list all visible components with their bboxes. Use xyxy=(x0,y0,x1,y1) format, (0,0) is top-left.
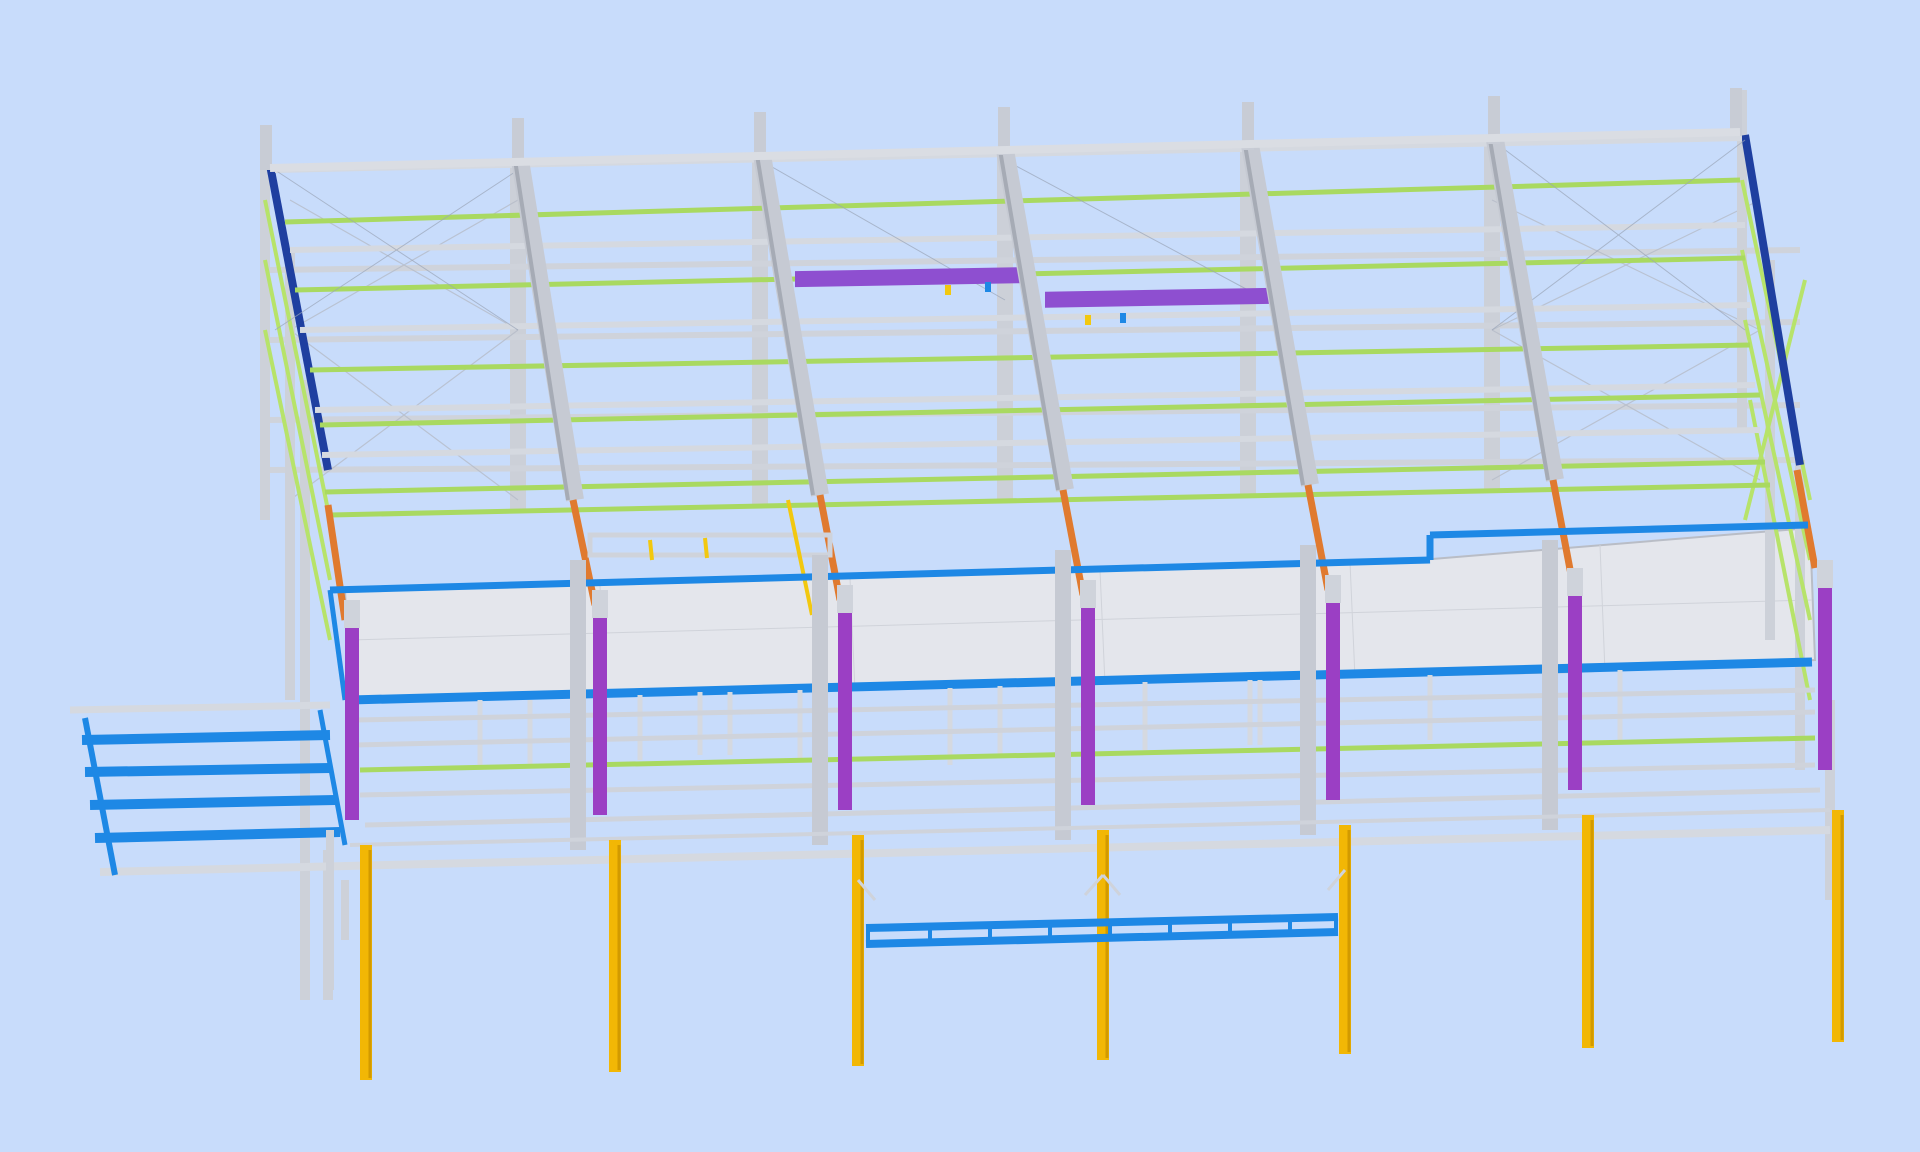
model-viewport[interactable] xyxy=(0,0,1920,1152)
left-posts xyxy=(326,830,349,990)
steel-frame-3d-model[interactable] xyxy=(0,0,1920,1152)
base-beam xyxy=(99,808,1831,876)
ground-column-shading xyxy=(368,815,1844,1078)
ground-columns xyxy=(360,810,1844,1080)
right-end-wall xyxy=(1737,90,1835,900)
mezzanine-floor-slab xyxy=(343,526,1817,702)
